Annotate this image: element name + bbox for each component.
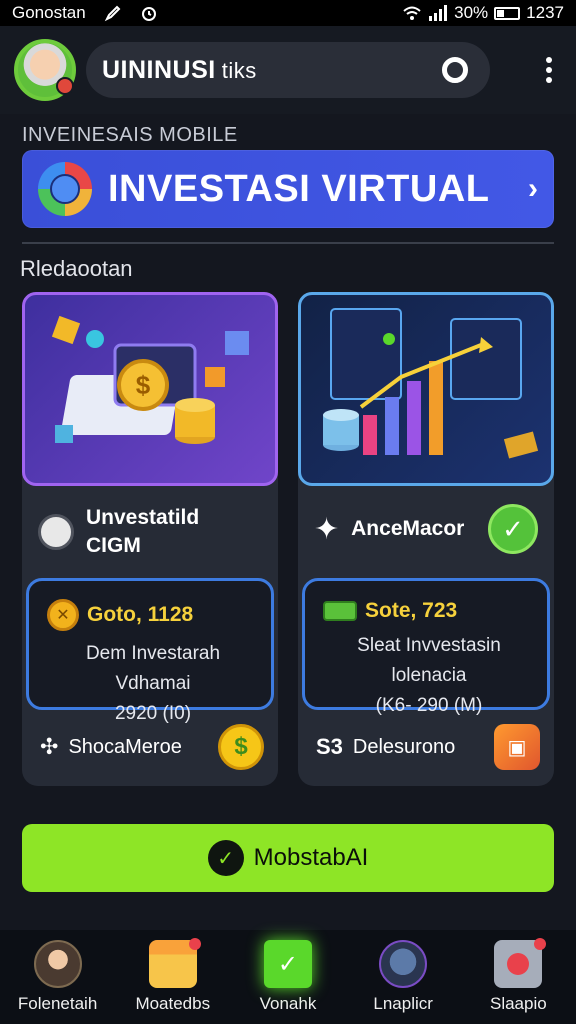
check-badge-icon[interactable]: ✓ (488, 504, 538, 554)
nav-label: Slaapio (489, 994, 547, 1013)
portrait-icon (38, 514, 74, 550)
hero-banner[interactable]: INVESTASI VIRTUAL › (22, 150, 554, 228)
primary-cta-button[interactable]: ✓ MobstabAI (22, 824, 554, 892)
section-label: INVEINESAIS MOBILE (22, 124, 238, 146)
investment-card[interactable]: ✦ AnceMacor ✓ Sote, 723 Sleat Invvestasi… (298, 292, 554, 786)
explore-icon (379, 940, 428, 988)
leaf-icon: ✓ (207, 840, 244, 876)
record-icon[interactable] (442, 57, 468, 83)
wifi-icon (402, 5, 422, 21)
calendar-icon (148, 938, 201, 988)
price-value: Sote, 723 (365, 599, 458, 622)
nav-label: Vonahk (259, 994, 317, 1013)
price-description: Sleat Invvestasin lolenacia (K6- 290 (M) (357, 635, 501, 716)
sparkle-icon: ✣ (40, 734, 59, 759)
carrier-label: Gonostan (12, 3, 86, 22)
chevron-right-icon: › (528, 172, 538, 205)
nav-item-folenetaih[interactable]: Folenetaih (3, 940, 113, 1014)
card-illustration-coins: $ (22, 292, 278, 486)
coin-icon: ✕ (47, 599, 79, 631)
battery-percent: 30% (454, 3, 489, 22)
bottom-nav: Folenetaih Moatedbs ✓ Vonahk Lnaplicr Sl… (0, 930, 576, 1024)
notification-dot (56, 77, 74, 95)
card-illustration-chart (298, 292, 554, 486)
card-title: Unvestatild CIGM (86, 506, 200, 557)
subheading: Rledaootan (20, 256, 133, 281)
nav-item-slaapio[interactable]: Slaapio (463, 938, 573, 1014)
cube-icon: ✓ (263, 940, 312, 988)
star-icon: ✦ (314, 512, 340, 546)
edit-icon (104, 4, 122, 22)
price-description: Dem Investarah Vdhamai 2920 (I0) (85, 643, 221, 724)
clock: 1237 (526, 3, 564, 22)
card-foot-label: ShocaMeroe (68, 735, 182, 758)
nav-label: Moatedbs (135, 994, 211, 1013)
hero-title: INVESTASI VIRTUAL (108, 167, 490, 210)
dollar-badge-icon[interactable]: $ (218, 724, 264, 770)
price-panel[interactable]: ✕ Goto, 1128 Dem Investarah Vdhamai 2920… (26, 578, 274, 724)
more-menu-icon[interactable] (536, 49, 562, 91)
alarm-icon (140, 4, 158, 22)
price-panel[interactable]: Sote, 723 Sleat Invvestasin lolenacia (K… (302, 578, 550, 716)
divider (22, 242, 554, 244)
svg-text:$: $ (136, 370, 151, 400)
nav-item-lnaplicr[interactable]: Lnaplicr (348, 940, 458, 1014)
wallet-badge-icon[interactable]: ▣ (494, 724, 540, 770)
price-value: Goto, 1128 (87, 603, 194, 626)
app-title: UININUSI tiks (102, 55, 257, 84)
nav-label: Lnaplicr (373, 994, 433, 1013)
nav-label: Folenetaih (17, 994, 98, 1013)
cash-icon (323, 601, 357, 621)
card-foot-label: Delesurono (352, 735, 456, 758)
avatar[interactable] (14, 39, 76, 101)
cta-label: MobstabAI (253, 844, 369, 871)
nav-item-moatedbs[interactable]: Moatedbs (118, 938, 228, 1014)
signal-icon (428, 5, 448, 21)
card-foot-symbol: S3 (316, 734, 343, 759)
app-bar: UININUSI tiks (0, 26, 576, 114)
nav-item-vonahk[interactable]: ✓ Vonahk (233, 940, 343, 1014)
investment-card[interactable]: $ Unvestatild CIGM ✕ Goto, 1128 Dem Inve… (22, 292, 278, 786)
profile-icon (494, 938, 547, 988)
status-bar: Gonostan 30% 1237 (0, 0, 576, 26)
battery-icon (494, 6, 521, 20)
card-title: AnceMacor (351, 517, 465, 540)
hero-logo-icon (38, 162, 92, 216)
person-icon (33, 940, 82, 988)
app-title-bar[interactable]: UININUSI tiks (86, 42, 490, 98)
